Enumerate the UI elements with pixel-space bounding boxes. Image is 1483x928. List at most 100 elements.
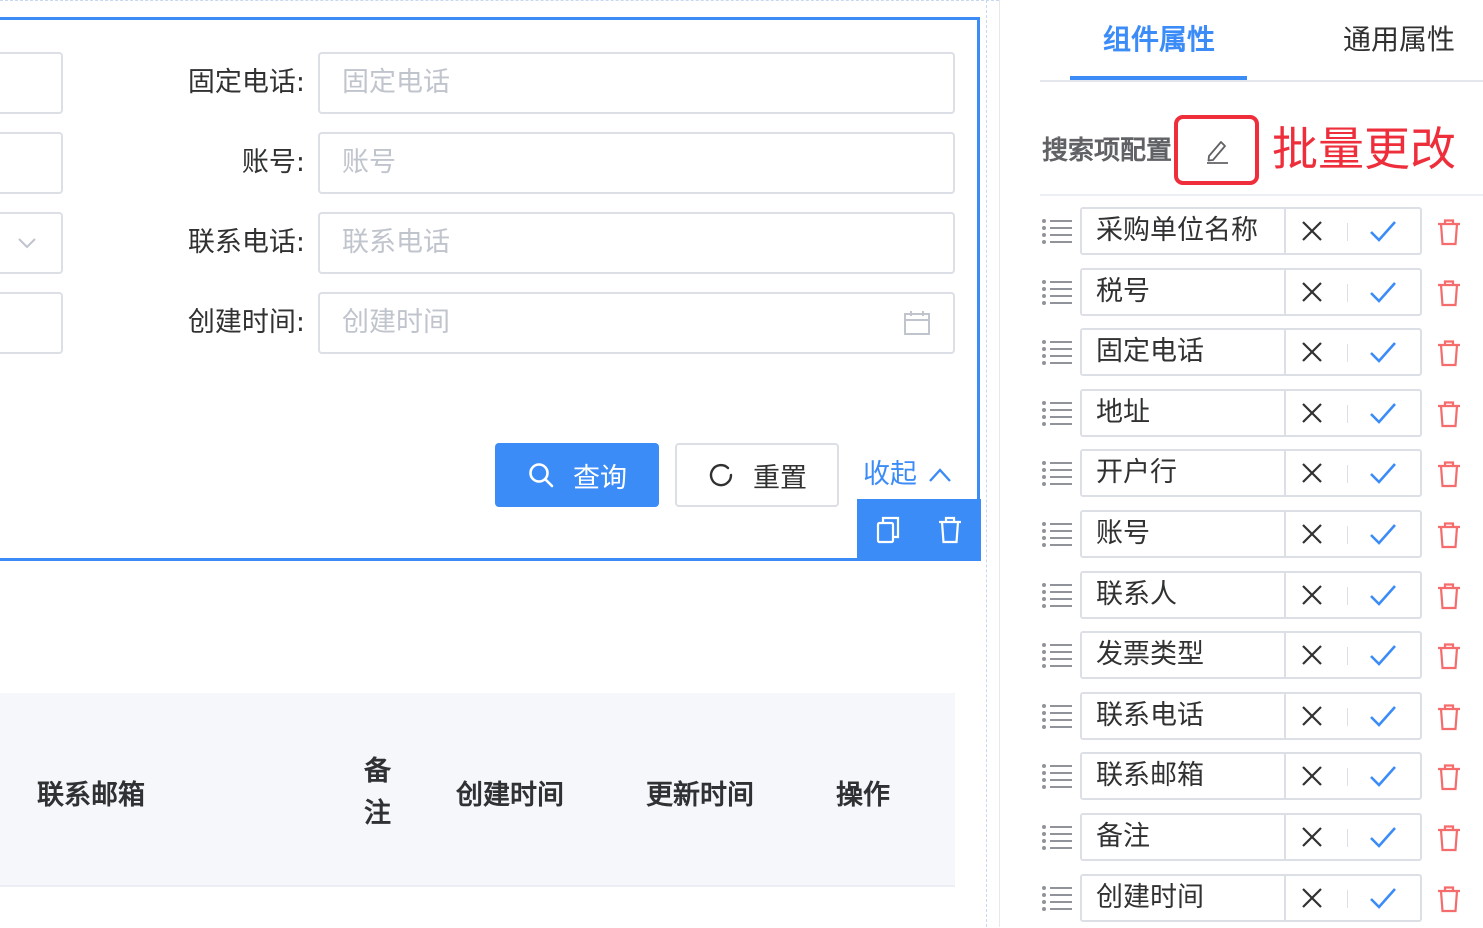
search-item-row: 联系人 <box>1040 571 1483 621</box>
contact-phone-input[interactable]: 联系电话 <box>318 212 955 274</box>
close-icon[interactable] <box>1300 825 1324 849</box>
trash-icon[interactable] <box>1436 885 1462 913</box>
drag-handle-icon[interactable] <box>1040 883 1074 915</box>
search-item-row: 联系邮箱 <box>1040 752 1483 802</box>
search-item-label-input[interactable]: 开户行 <box>1082 451 1286 495</box>
search-item-label-input[interactable]: 发票类型 <box>1082 633 1286 677</box>
left-select-stub[interactable] <box>0 212 63 274</box>
search-item-label-input[interactable]: 采购单位名称 <box>1082 209 1286 253</box>
check-icon[interactable] <box>1368 400 1398 426</box>
table-row <box>0 887 955 928</box>
trash-icon[interactable] <box>1436 460 1462 488</box>
drag-handle-icon[interactable] <box>1040 701 1074 733</box>
drag-handle-icon[interactable] <box>1040 580 1074 612</box>
drag-handle-icon[interactable] <box>1040 337 1074 369</box>
column-header-remark[interactable]: 备注 <box>364 751 394 835</box>
check-icon[interactable] <box>1368 582 1398 608</box>
field-label-landline: 固定电话: <box>187 67 305 98</box>
landline-input[interactable]: 固定电话 <box>318 52 955 114</box>
tab-component-properties[interactable]: 组件属性 <box>1103 0 1215 80</box>
created-time-placeholder: 创建时间 <box>342 307 450 338</box>
search-item-label-input[interactable]: 创建时间 <box>1082 876 1286 920</box>
batch-edit-button[interactable] <box>1174 115 1259 185</box>
search-item-label-input[interactable]: 固定电话 <box>1082 330 1286 374</box>
search-item-row: 税号 <box>1040 268 1483 318</box>
trash-icon[interactable] <box>1436 218 1462 246</box>
close-icon[interactable] <box>1300 461 1324 485</box>
search-item-row: 固定电话 <box>1040 328 1483 378</box>
trash-icon[interactable] <box>937 515 963 545</box>
copy-icon[interactable] <box>875 515 901 545</box>
action-separator <box>1347 829 1348 847</box>
search-item-editor: 账号 <box>1080 510 1422 558</box>
check-icon[interactable] <box>1368 460 1398 486</box>
check-icon[interactable] <box>1368 642 1398 668</box>
check-icon[interactable] <box>1368 339 1398 365</box>
close-icon[interactable] <box>1300 340 1324 364</box>
search-item-label-input[interactable]: 联系人 <box>1082 573 1286 617</box>
close-icon[interactable] <box>1300 522 1324 546</box>
calendar-icon <box>904 311 930 335</box>
search-item-label-input[interactable]: 联系电话 <box>1082 694 1286 738</box>
created-time-picker[interactable]: 创建时间 <box>318 292 955 354</box>
collapse-toggle[interactable]: 收起 <box>863 443 953 507</box>
trash-icon[interactable] <box>1436 582 1462 610</box>
action-separator <box>1347 647 1348 665</box>
drag-handle-icon[interactable] <box>1040 761 1074 793</box>
search-item-label-input[interactable]: 地址 <box>1082 391 1286 435</box>
left-input-stub[interactable] <box>0 52 63 114</box>
trash-icon[interactable] <box>1436 642 1462 670</box>
check-icon[interactable] <box>1368 521 1398 547</box>
close-icon[interactable] <box>1300 704 1324 728</box>
column-header-created-time[interactable]: 创建时间 <box>456 773 564 812</box>
tab-common-properties[interactable]: 通用属性 <box>1343 0 1455 80</box>
column-header-email[interactable]: 联系邮箱 <box>37 773 145 812</box>
search-item-label-input[interactable]: 备注 <box>1082 815 1286 859</box>
left-input-stub[interactable] <box>0 132 63 194</box>
close-icon[interactable] <box>1300 886 1324 910</box>
search-item-row: 备注 <box>1040 813 1483 863</box>
search-item-label-input[interactable]: 税号 <box>1082 270 1286 314</box>
drag-handle-icon[interactable] <box>1040 519 1074 551</box>
search-item-label-input[interactable]: 联系邮箱 <box>1082 754 1286 798</box>
check-icon[interactable] <box>1368 279 1398 305</box>
drag-handle-icon[interactable] <box>1040 398 1074 430</box>
search-item-row: 账号 <box>1040 510 1483 560</box>
column-header-updated-time[interactable]: 更新时间 <box>646 773 754 812</box>
section-divider <box>1040 194 1483 196</box>
action-separator <box>1347 223 1348 241</box>
close-icon[interactable] <box>1300 280 1324 304</box>
trash-icon[interactable] <box>1436 400 1462 428</box>
query-button[interactable]: 查询 <box>495 443 659 507</box>
search-item-label-input[interactable]: 账号 <box>1082 512 1286 556</box>
check-icon[interactable] <box>1368 703 1398 729</box>
trash-icon[interactable] <box>1436 279 1462 307</box>
check-icon[interactable] <box>1368 885 1398 911</box>
trash-icon[interactable] <box>1436 521 1462 549</box>
trash-icon[interactable] <box>1436 824 1462 852</box>
close-icon[interactable] <box>1300 643 1324 667</box>
search-items-config-title: 搜索项配置 <box>1042 136 1173 166</box>
left-input-stub[interactable] <box>0 292 63 354</box>
drag-handle-icon[interactable] <box>1040 640 1074 672</box>
drag-handle-icon[interactable] <box>1040 216 1074 248</box>
check-icon[interactable] <box>1368 763 1398 789</box>
reset-button[interactable]: 重置 <box>675 443 839 507</box>
close-icon[interactable] <box>1300 764 1324 788</box>
search-item-row: 发票类型 <box>1040 631 1483 681</box>
drag-handle-icon[interactable] <box>1040 458 1074 490</box>
trash-icon[interactable] <box>1436 339 1462 367</box>
check-icon[interactable] <box>1368 824 1398 850</box>
close-icon[interactable] <box>1300 583 1324 607</box>
drag-handle-icon[interactable] <box>1040 277 1074 309</box>
column-header-actions[interactable]: 操作 <box>836 773 890 812</box>
check-icon[interactable] <box>1368 218 1398 244</box>
close-icon[interactable] <box>1300 219 1324 243</box>
drag-handle-icon[interactable] <box>1040 822 1074 854</box>
account-input[interactable]: 账号 <box>318 132 955 194</box>
reset-button-label: 重置 <box>753 462 807 494</box>
field-label-contact-phone: 联系电话: <box>187 227 305 258</box>
close-icon[interactable] <box>1300 401 1324 425</box>
trash-icon[interactable] <box>1436 703 1462 731</box>
trash-icon[interactable] <box>1436 763 1462 791</box>
